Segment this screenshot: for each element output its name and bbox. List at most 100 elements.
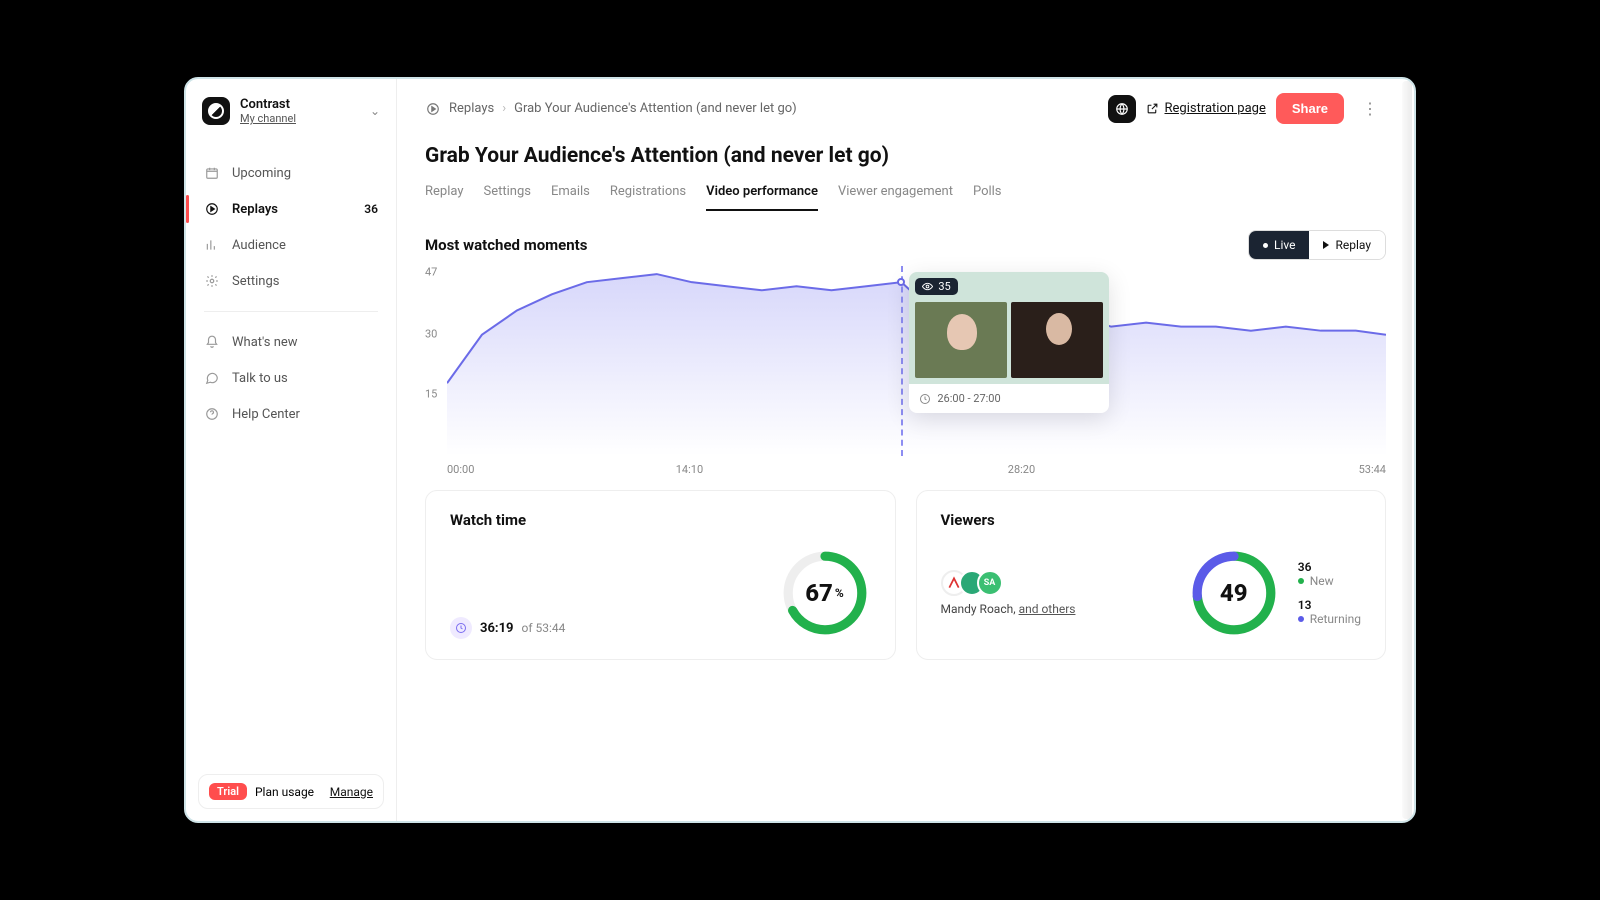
brand-name: Contrast xyxy=(240,97,360,112)
plan-label: Plan usage xyxy=(255,785,314,799)
viewer-others-link[interactable]: and others xyxy=(1019,602,1076,616)
watch-percent: 67 xyxy=(805,579,833,607)
sidebar-item-label: Replays xyxy=(232,202,278,217)
hover-tooltip: 35 26:00 - 27:00 xyxy=(909,272,1109,413)
moments-chart[interactable]: 47 30 15 35 xyxy=(425,266,1386,476)
registration-page-label: Registration page xyxy=(1165,101,1266,116)
toggle-live[interactable]: Live xyxy=(1249,231,1309,259)
eye-icon xyxy=(922,281,933,292)
clock-icon xyxy=(450,617,472,639)
breadcrumb: Replays › Grab Your Audience's Attention… xyxy=(425,101,797,117)
divider xyxy=(204,311,378,312)
x-tick: 28:20 xyxy=(1008,463,1035,476)
globe-icon xyxy=(1115,102,1129,116)
speaker-thumbnail xyxy=(915,302,1007,378)
y-tick: 15 xyxy=(425,388,437,401)
tab-viewer-engagement[interactable]: Viewer engagement xyxy=(838,178,953,211)
live-dot-icon xyxy=(1263,243,1268,248)
sidebar-item-talk[interactable]: Talk to us xyxy=(186,360,396,396)
sidebar-item-help[interactable]: Help Center xyxy=(186,396,396,432)
sidebar-item-label: Settings xyxy=(232,274,279,289)
tab-polls[interactable]: Polls xyxy=(973,178,1002,211)
brand-subtitle[interactable]: My channel xyxy=(240,112,360,125)
external-link-icon xyxy=(1146,102,1159,115)
watch-time-of: of 53:44 xyxy=(522,621,566,635)
sidebar-item-replays[interactable]: Replays 36 xyxy=(186,191,396,227)
card-title: Watch time xyxy=(450,511,871,529)
workspace-switcher[interactable]: Contrast My channel ⌄ xyxy=(186,89,396,141)
sidebar: Contrast My channel ⌄ Upcoming Replays 3… xyxy=(186,79,397,821)
hover-viewer-count: 35 xyxy=(938,280,950,293)
hover-time-range: 26:00 - 27:00 xyxy=(937,392,1000,405)
viewers-legend: 36 New 13 Returning xyxy=(1298,560,1361,626)
registration-page-link[interactable]: Registration page xyxy=(1146,101,1266,116)
legend-new-count: 36 xyxy=(1298,560,1361,574)
breadcrumb-current: Grab Your Audience's Attention (and neve… xyxy=(514,101,797,116)
toggle-replay-label: Replay xyxy=(1335,238,1371,252)
hover-thumbnail: 35 xyxy=(909,272,1109,384)
sidebar-item-label: Audience xyxy=(232,238,286,253)
more-menu-button[interactable]: ⋮ xyxy=(1354,95,1386,122)
sidebar-item-whatsnew[interactable]: What's new xyxy=(186,324,396,360)
x-tick: 53:44 xyxy=(1359,463,1386,476)
viewers-total: 49 xyxy=(1188,547,1280,639)
toggle-replay[interactable]: Replay xyxy=(1309,231,1385,259)
breadcrumb-root[interactable]: Replays xyxy=(449,101,494,116)
card-title: Viewers xyxy=(941,511,1362,529)
legend-new-label: New xyxy=(1310,574,1334,588)
speaker-thumbnail xyxy=(1011,302,1103,378)
viewer-count-badge: 35 xyxy=(915,278,957,295)
dots-vertical-icon: ⋮ xyxy=(1362,99,1378,118)
play-circle-icon xyxy=(204,201,220,217)
legend-returning-label: Returning xyxy=(1310,612,1361,626)
tabs: Replay Settings Emails Registrations Vid… xyxy=(397,172,1414,212)
gear-icon xyxy=(204,273,220,289)
page-title: Grab Your Audience's Attention (and neve… xyxy=(397,132,1414,172)
viewers-card: Viewers SA Mandy Roach, xyxy=(916,490,1387,660)
hover-point xyxy=(897,278,905,286)
tab-video-performance[interactable]: Video performance xyxy=(706,178,818,211)
tab-registrations[interactable]: Registrations xyxy=(610,178,686,211)
scrollbar[interactable] xyxy=(1402,81,1412,819)
sidebar-item-settings[interactable]: Settings xyxy=(186,263,396,299)
hover-guideline xyxy=(901,266,903,456)
viewers-donut: 49 xyxy=(1188,547,1280,639)
play-circle-icon xyxy=(425,101,441,117)
share-button[interactable]: Share xyxy=(1276,93,1344,124)
watch-time-card: Watch time 36:19 of 53:44 xyxy=(425,490,896,660)
calendar-icon xyxy=(204,165,220,181)
tab-settings[interactable]: Settings xyxy=(484,178,531,211)
chevron-down-icon: ⌄ xyxy=(370,104,380,118)
toggle-live-label: Live xyxy=(1274,238,1295,252)
trial-badge: Trial xyxy=(209,783,247,800)
primary-nav: Upcoming Replays 36 Audience Settings xyxy=(186,155,396,432)
manage-link[interactable]: Manage xyxy=(330,785,373,799)
tab-emails[interactable]: Emails xyxy=(551,178,590,211)
watch-time-value: 36:19 xyxy=(480,621,514,636)
x-tick: 00:00 xyxy=(447,463,474,476)
topbar: Replays › Grab Your Audience's Attention… xyxy=(397,79,1414,132)
viewer-name: Mandy Roach, xyxy=(941,602,1016,616)
play-icon xyxy=(1323,241,1329,249)
brand-logo-icon xyxy=(202,97,230,125)
tab-replay[interactable]: Replay xyxy=(425,178,464,211)
main: Replays › Grab Your Audience's Attention… xyxy=(397,79,1414,821)
sidebar-item-label: What's new xyxy=(232,335,298,350)
bell-icon xyxy=(204,334,220,350)
legend-dot-icon xyxy=(1298,616,1304,622)
chevron-right-icon: › xyxy=(502,101,506,116)
avatar: SA xyxy=(977,570,1003,596)
watch-donut: 67% xyxy=(779,547,871,639)
sidebar-item-label: Talk to us xyxy=(232,371,288,386)
language-button[interactable] xyxy=(1108,95,1136,123)
clock-icon xyxy=(919,393,931,405)
sidebar-item-audience[interactable]: Audience xyxy=(186,227,396,263)
y-tick: 30 xyxy=(425,328,437,341)
sidebar-item-upcoming[interactable]: Upcoming xyxy=(186,155,396,191)
sidebar-item-count: 36 xyxy=(364,202,378,216)
legend-returning-count: 13 xyxy=(1298,598,1361,612)
legend-dot-icon xyxy=(1298,578,1304,584)
viewer-avatars: SA xyxy=(941,570,1170,596)
bars-icon xyxy=(204,237,220,253)
chat-icon xyxy=(204,370,220,386)
